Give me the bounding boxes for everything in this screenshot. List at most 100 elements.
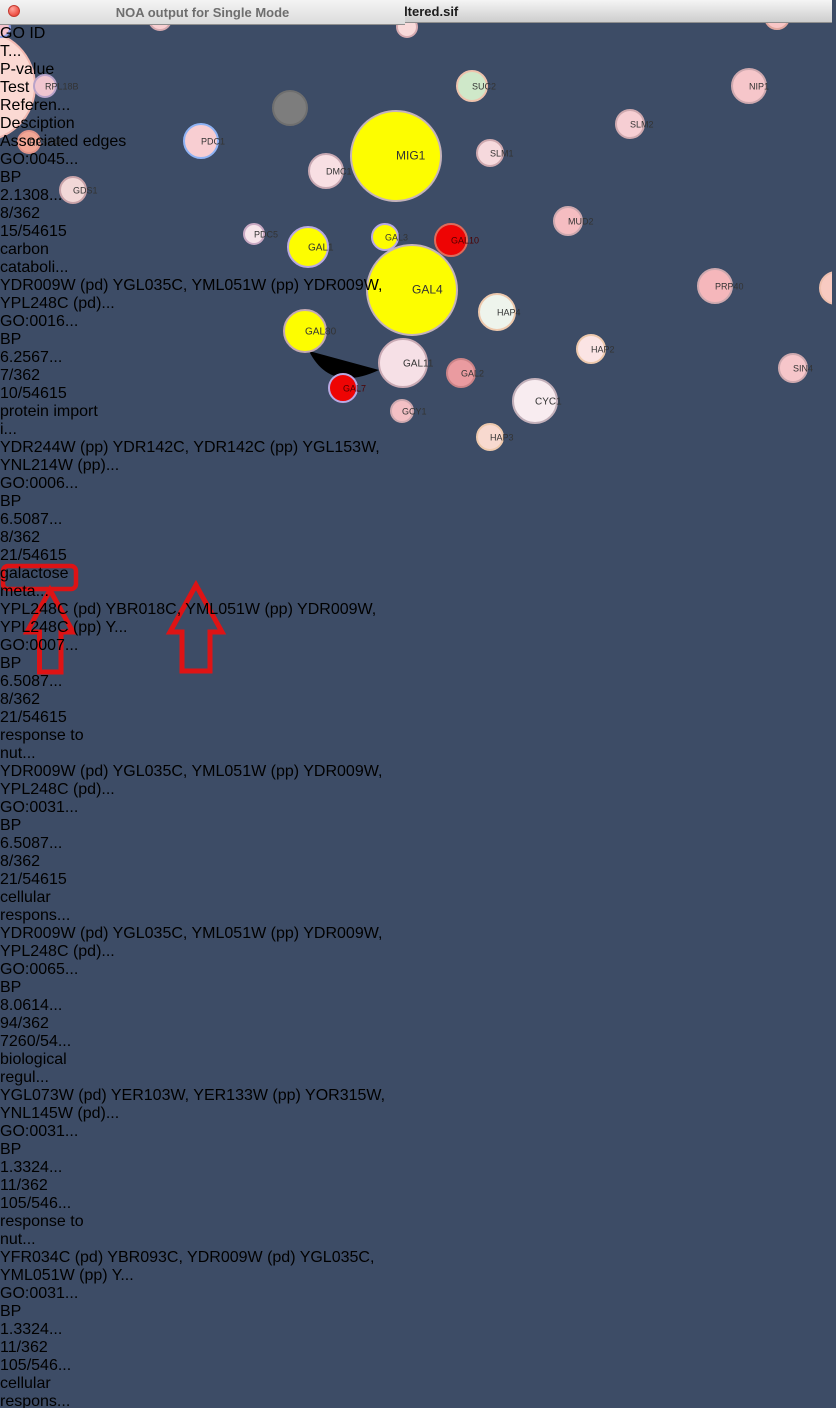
- cell-pvalue: 1.3324...: [0, 1159, 63, 1177]
- cell-description: cellular respons...: [0, 889, 110, 925]
- cell-edges: YGL073W (pd) YER103W, YER133W (pp) YOR31…: [0, 1087, 405, 1123]
- table-row-7[interactable]: GO:0031...BP1.3324...11/362105/546...res…: [0, 1123, 405, 1285]
- cell-description: biological regul...: [0, 1051, 110, 1087]
- cell-type: BP: [0, 169, 39, 187]
- node-label-GAL4: GAL4: [412, 283, 443, 297]
- cell-reference: 21/54615: [0, 709, 69, 727]
- cell-description: cellular respons...: [0, 1375, 110, 1408]
- cell-pvalue: 6.5087...: [0, 511, 63, 529]
- cell-description: protein import i...: [0, 403, 110, 439]
- node-top-right-partial[interactable]: [765, 23, 789, 29]
- noa-window-title: NOA output for Single Mode: [0, 5, 405, 20]
- node-label-HAP2: HAP2: [591, 345, 615, 355]
- cell-edges: YDR244W (pp) YDR142C, YDR142C (pp) YGL15…: [0, 439, 405, 475]
- cell-test: 8/362: [0, 853, 60, 871]
- cell-test: 11/362: [0, 1177, 60, 1195]
- cell-goid: GO:0031...: [0, 1285, 71, 1303]
- cell-description: galactose meta...: [0, 565, 110, 601]
- noa-window-titlebar[interactable]: NOA output for Single Mode: [0, 0, 405, 25]
- cell-pvalue: 1.3324...: [0, 1321, 63, 1339]
- cell-type: BP: [0, 655, 39, 673]
- cell-goid: GO:0016...: [0, 313, 71, 331]
- cell-edges: YDR009W (pd) YGL035C, YML051W (pp) YDR00…: [0, 277, 405, 313]
- network-edge: [420, 193, 443, 228]
- window-resize-grip[interactable]: [816, 441, 831, 456]
- cell-type: BP: [0, 331, 39, 349]
- column-header-pvalue[interactable]: P-value: [0, 61, 63, 79]
- node-label-GAL11: GAL11: [403, 359, 434, 370]
- cell-description: response to nut...: [0, 727, 110, 763]
- cell-reference: 105/546...: [0, 1357, 69, 1375]
- table-header-row: GO IDT...P-valueTestReferen...Desciption…: [0, 25, 405, 151]
- cell-type: BP: [0, 979, 39, 997]
- cell-reference: 15/54615: [0, 223, 69, 241]
- cell-edges: YDR009W (pd) YGL035C, YML051W (pp) YDR00…: [0, 763, 405, 799]
- table-row-3[interactable]: GO:0006...BP6.5087...8/36221/54615galact…: [0, 475, 405, 637]
- node-label-NIP1: NIP1: [749, 82, 769, 92]
- table-row-1[interactable]: GO:0045...BP2.1308...8/36215/54615carbon…: [0, 151, 405, 313]
- cell-test: 7/362: [0, 367, 60, 385]
- column-header-edges[interactable]: Associated edges: [0, 133, 405, 151]
- node-label-GAL10: GAL10: [451, 236, 479, 246]
- node-label-SIN4: SIN4: [793, 364, 813, 374]
- minimize-button[interactable]: [27, 6, 39, 18]
- network-edge: [478, 27, 492, 73]
- node-label-GAL2: GAL2: [461, 369, 484, 379]
- cell-goid: GO:0031...: [0, 1123, 71, 1141]
- cell-goid: GO:0045...: [0, 151, 71, 169]
- noa-output-window: NOA output for Single Mode GO IDT...P-va…: [0, 0, 405, 1408]
- table-row-5[interactable]: GO:0031...BP6.5087...8/36221/54615cellul…: [0, 799, 405, 961]
- node-label-MUD2: MUD2: [568, 217, 594, 227]
- cell-type: BP: [0, 493, 39, 511]
- cell-reference: 7260/54...: [0, 1033, 69, 1051]
- node-label-SLM2: SLM2: [630, 120, 654, 130]
- table-row-6[interactable]: GO:0065...BP8.0614...94/3627260/54...bio…: [0, 961, 405, 1123]
- column-header-type[interactable]: T...: [0, 43, 39, 61]
- node-label-SUC2: SUC2: [472, 82, 496, 92]
- node-label-HAP4: HAP4: [497, 308, 521, 318]
- zoom-button[interactable]: [46, 6, 58, 18]
- network-edge: [630, 86, 749, 124]
- node-label-CYC1: CYC1: [535, 397, 562, 408]
- column-header-reference[interactable]: Referen...: [0, 97, 69, 115]
- cell-goid: GO:0031...: [0, 799, 71, 817]
- cell-description: response to nut...: [0, 1213, 110, 1249]
- cell-type: BP: [0, 817, 39, 835]
- table-row-8[interactable]: GO:0031...BP1.3324...11/362105/546...cel…: [0, 1285, 405, 1408]
- cell-test: 94/362: [0, 1015, 60, 1033]
- column-header-test[interactable]: Test: [0, 79, 60, 97]
- cell-edges: YFR034C (pd) YBR093C, YDR009W (pd) YGL03…: [0, 1249, 405, 1285]
- cell-reference: 21/54615: [0, 547, 69, 565]
- window-resize-grip[interactable]: [821, 446, 831, 456]
- column-header-goid[interactable]: GO ID: [0, 25, 71, 43]
- cell-edges: YPL248C (pd) YBR018C, YML051W (pp) YDR00…: [0, 601, 405, 637]
- close-button[interactable]: [8, 6, 20, 18]
- node-label-GCY1: GCY1: [402, 407, 427, 417]
- cell-test: 8/362: [0, 529, 60, 547]
- cell-reference: 21/54615: [0, 871, 69, 889]
- table-body: GO:0045...BP2.1308...8/36215/54615carbon…: [0, 151, 405, 1408]
- table-row-2[interactable]: GO:0016...BP6.2567...7/36210/54615protei…: [0, 313, 405, 475]
- cell-goid: GO:0065...: [0, 961, 71, 979]
- cell-type: BP: [0, 1141, 39, 1159]
- cell-test: 8/362: [0, 691, 60, 709]
- column-header-description[interactable]: Desciption: [0, 115, 110, 133]
- network-edge: [460, 253, 487, 297]
- cell-test: 8/362: [0, 205, 60, 223]
- network-edge: [500, 415, 518, 429]
- cell-pvalue: 6.2567...: [0, 349, 63, 367]
- table-row-4[interactable]: GO:0007...BP6.5087...8/36221/54615respon…: [0, 637, 405, 799]
- cell-pvalue: 2.1308...: [0, 187, 63, 205]
- cell-type: BP: [0, 1303, 39, 1321]
- window-resize-grip[interactable]: [826, 451, 831, 456]
- cell-pvalue: 8.0614...: [0, 997, 63, 1015]
- network-edge: [551, 358, 581, 386]
- node-label-SLM1: SLM1: [490, 149, 514, 159]
- network-edge: [546, 421, 566, 457]
- cell-edges: YDR009W (pd) YGL035C, YML051W (pp) YDR00…: [0, 925, 405, 961]
- cell-pvalue: 6.5087...: [0, 673, 63, 691]
- network-edge: [504, 329, 526, 381]
- network-edge: [450, 25, 465, 72]
- network-edge: [470, 449, 486, 457]
- node-MSN[interactable]: [820, 272, 832, 304]
